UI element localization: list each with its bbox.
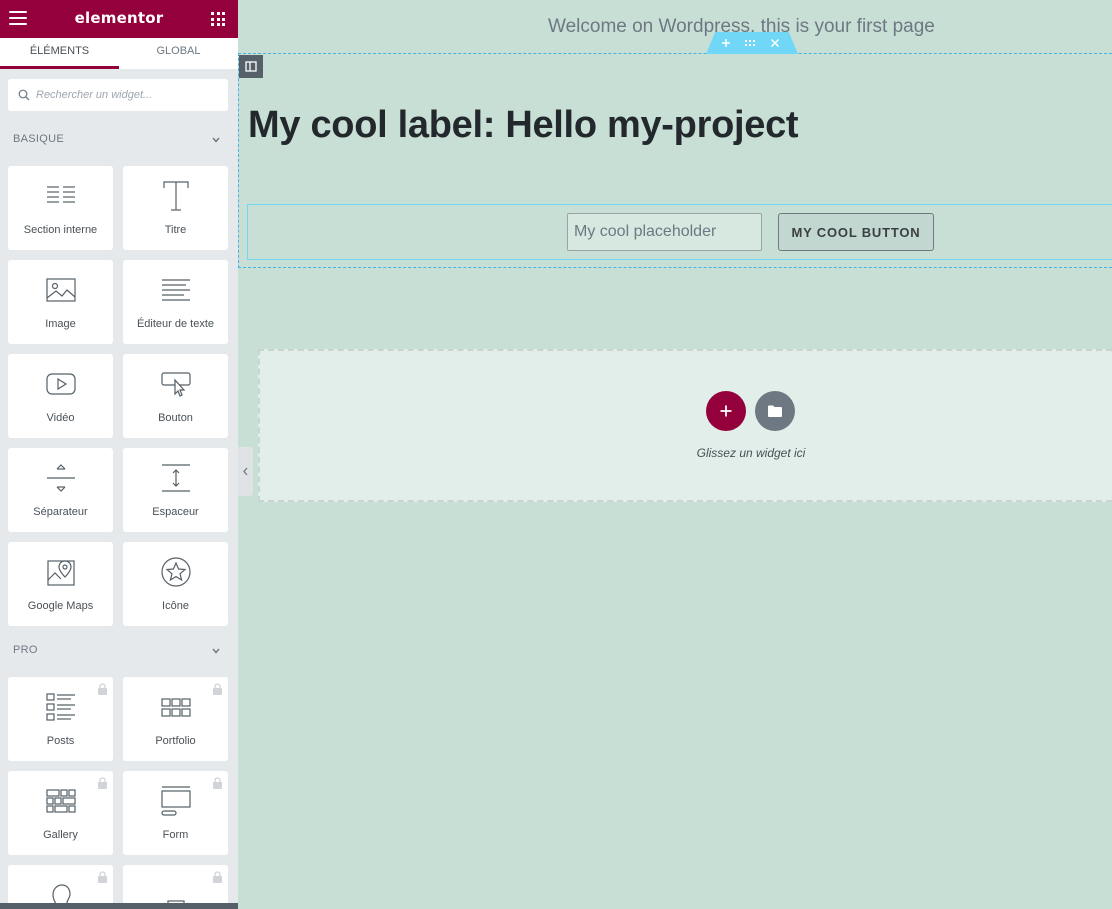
search-input[interactable] bbox=[36, 79, 222, 111]
tab-elements[interactable]: ÉLÉMENTS bbox=[0, 38, 119, 69]
widget-search bbox=[8, 79, 228, 111]
cool-button[interactable]: MY COOL BUTTON bbox=[778, 213, 934, 251]
collapse-panel-button[interactable] bbox=[238, 447, 253, 496]
tab-global[interactable]: GLOBAL bbox=[119, 38, 238, 69]
image-icon bbox=[46, 278, 76, 302]
plus-icon bbox=[720, 405, 732, 417]
star-icon bbox=[161, 557, 191, 587]
columns-icon bbox=[47, 186, 75, 203]
widget-inner-section[interactable]: Section interne bbox=[8, 166, 113, 250]
widget-image[interactable]: Image bbox=[8, 260, 113, 344]
folder-icon bbox=[768, 405, 782, 417]
chevron-left-icon bbox=[243, 467, 248, 476]
column-handle[interactable] bbox=[239, 55, 263, 78]
widget-label: Titre bbox=[164, 224, 187, 236]
drag-handle-icon[interactable] bbox=[742, 35, 758, 51]
widget-label: Vidéo bbox=[46, 412, 75, 424]
add-section-button[interactable] bbox=[706, 391, 746, 431]
panel-footer-bar bbox=[0, 903, 238, 909]
lock-icon bbox=[98, 777, 107, 789]
cool-input-field[interactable] bbox=[567, 213, 762, 251]
widget-label: Séparateur bbox=[33, 506, 88, 518]
drop-zone-hint: Glissez un widget ici bbox=[696, 446, 806, 460]
widget-label: Google Maps bbox=[27, 600, 94, 612]
chevron-down-icon bbox=[212, 648, 220, 654]
widget-label: Posts bbox=[46, 735, 75, 747]
panel-tabs: ÉLÉMENTS GLOBAL bbox=[0, 38, 238, 69]
elementor-panel: elementor ÉLÉMENTS GLOBAL BASIQUE Sectio… bbox=[0, 0, 238, 909]
heading-icon bbox=[163, 181, 189, 211]
widget-gallery[interactable]: Gallery bbox=[8, 771, 113, 855]
widget-video[interactable]: Vidéo bbox=[8, 354, 113, 438]
add-template-button[interactable] bbox=[755, 391, 795, 431]
posts-icon bbox=[46, 693, 75, 721]
column-icon bbox=[245, 61, 257, 72]
widget-text-editor[interactable]: Éditeur de texte bbox=[123, 260, 228, 344]
category-basique-header[interactable]: BASIQUE bbox=[13, 133, 225, 151]
search-icon bbox=[18, 89, 30, 101]
divider-icon bbox=[47, 464, 75, 492]
lock-icon bbox=[213, 777, 222, 789]
widget-label: Espaceur bbox=[152, 506, 199, 518]
lock-icon bbox=[213, 871, 222, 883]
widget-spacer[interactable]: Espaceur bbox=[123, 448, 228, 532]
lock-icon bbox=[98, 683, 107, 695]
page-heading[interactable]: My cool label: Hello my-project bbox=[248, 104, 799, 147]
gallery-icon bbox=[46, 789, 76, 813]
widget-icon[interactable]: Icône bbox=[123, 542, 228, 626]
panel-header: elementor bbox=[0, 0, 238, 38]
widget-label: Gallery bbox=[43, 829, 78, 841]
widget-label: Icône bbox=[162, 600, 189, 612]
widget-label: Bouton bbox=[158, 412, 193, 424]
widget-label: Image bbox=[45, 318, 76, 330]
widget-google-maps[interactable]: Google Maps bbox=[8, 542, 113, 626]
widget-form[interactable]: Form bbox=[123, 771, 228, 855]
category-label: PRO bbox=[13, 644, 38, 656]
chevron-down-icon bbox=[212, 137, 220, 143]
widget-button[interactable]: Bouton bbox=[123, 354, 228, 438]
brand-logo: elementor bbox=[74, 9, 164, 27]
video-icon bbox=[46, 373, 76, 395]
category-pro-header[interactable]: PRO bbox=[13, 644, 225, 662]
widget-label: Section interne bbox=[23, 224, 98, 236]
widget-divider[interactable]: Séparateur bbox=[8, 448, 113, 532]
widget-heading[interactable]: Titre bbox=[123, 166, 228, 250]
close-icon[interactable] bbox=[767, 35, 783, 51]
section-handle bbox=[706, 32, 798, 54]
widget-posts[interactable]: Posts bbox=[8, 677, 113, 761]
widget-drop-zone[interactable] bbox=[258, 349, 1112, 502]
category-label: BASIQUE bbox=[13, 133, 65, 145]
widget-label: Form bbox=[162, 829, 189, 841]
lock-icon bbox=[98, 871, 107, 883]
widget-portfolio[interactable]: Portfolio bbox=[123, 677, 228, 761]
widget-label: Éditeur de texte bbox=[136, 318, 215, 330]
spacer-icon bbox=[162, 464, 190, 492]
portfolio-icon bbox=[161, 698, 191, 717]
add-section-icon[interactable] bbox=[718, 35, 734, 51]
widgets-grid-icon[interactable] bbox=[211, 12, 225, 26]
map-icon bbox=[47, 560, 75, 586]
lock-icon bbox=[213, 683, 222, 695]
widget-label: Portfolio bbox=[155, 735, 196, 747]
form-icon bbox=[161, 786, 191, 816]
text-editor-icon bbox=[162, 279, 190, 301]
button-icon bbox=[161, 372, 191, 397]
